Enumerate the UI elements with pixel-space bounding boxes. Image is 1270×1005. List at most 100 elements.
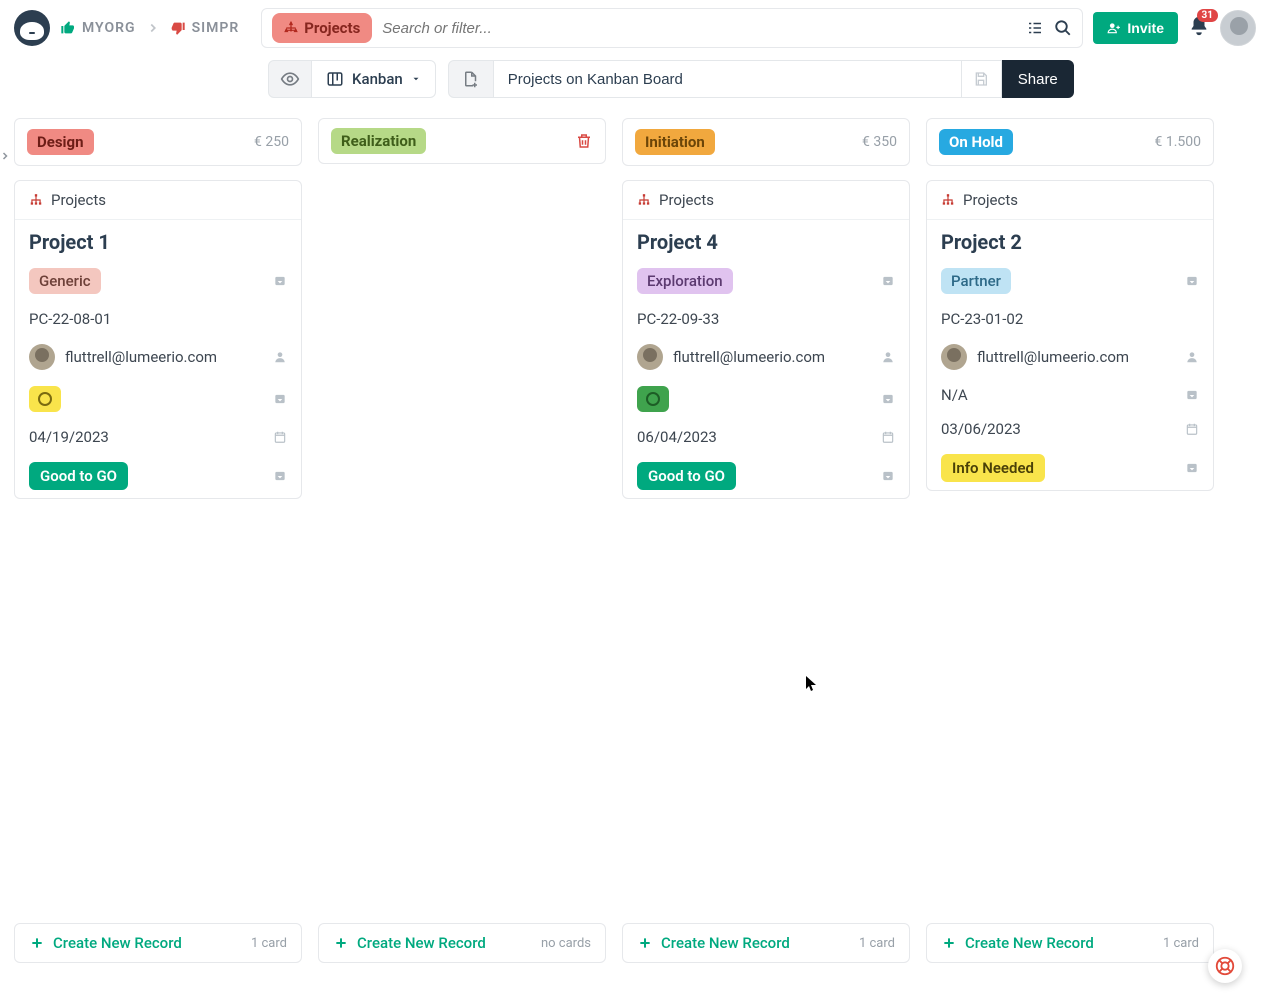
card-date: 06/04/2023 [637, 428, 717, 446]
create-record-label: Create New Record [53, 934, 182, 952]
share-button[interactable]: Share [1002, 60, 1074, 98]
card-collection-label: Projects [659, 191, 714, 209]
chevron-right-icon [0, 148, 11, 164]
create-record-button[interactable]: Create New Record1 card [14, 923, 302, 963]
dropdown-icon[interactable] [1185, 274, 1199, 288]
user-icon[interactable] [881, 350, 895, 364]
board-unsaved-indicator[interactable] [448, 60, 494, 98]
create-record-label: Create New Record [661, 934, 790, 952]
card-code: PC-22-09-33 [637, 310, 719, 328]
kanban-icon [326, 70, 344, 88]
user-icon[interactable] [273, 350, 287, 364]
hierarchy-icon [284, 21, 298, 35]
breadcrumb-project-text: SIMPR [192, 20, 240, 36]
column-header[interactable]: Design € 250 [14, 118, 302, 166]
board-name-input[interactable] [494, 60, 962, 98]
column-label: Design [27, 129, 94, 155]
breadcrumb-project[interactable]: SIMPR [170, 20, 240, 36]
dropdown-icon[interactable] [881, 274, 895, 288]
card-status-chip: Info Needed [941, 454, 1045, 482]
create-record-button[interactable]: Create New Record no cards [318, 923, 606, 963]
card-status-chip: Good to GO [29, 462, 128, 490]
dropdown-icon[interactable] [1185, 388, 1199, 402]
cursor-icon [806, 676, 818, 692]
search-icon[interactable] [1054, 19, 1072, 37]
card-collection-header[interactable]: Projects [623, 181, 909, 220]
create-record-label: Create New Record [357, 934, 486, 952]
list-icon[interactable] [1026, 19, 1044, 37]
thumbs-down-icon [170, 20, 186, 36]
column-header[interactable]: Realization [318, 118, 606, 164]
plus-icon [29, 935, 45, 951]
trash-icon[interactable] [575, 132, 593, 150]
card-collection-label: Projects [51, 191, 106, 209]
card-collection-header[interactable]: Projects [927, 181, 1213, 220]
column-label: Realization [331, 128, 426, 154]
search-chip-label: Projects [304, 19, 360, 37]
create-record-label: Create New Record [965, 934, 1094, 952]
breadcrumb-org[interactable]: MYORG [60, 20, 136, 36]
eye-icon [280, 69, 300, 89]
dropdown-icon[interactable] [273, 274, 287, 288]
kanban-card[interactable]: Projects Project 4 Exploration PC-22-09-… [622, 180, 910, 499]
card-count: 1 card [859, 936, 895, 951]
save-view-button[interactable] [962, 60, 1002, 98]
card-code: PC-23-01-02 [941, 310, 1023, 328]
status-chip [637, 386, 669, 412]
assignee-email: fluttrell@lumeerio.com [673, 348, 825, 366]
plus-icon [637, 935, 653, 951]
assignee-avatar [29, 344, 55, 370]
calendar-icon[interactable] [1185, 422, 1199, 436]
hierarchy-icon [637, 193, 651, 207]
invite-button[interactable]: Invite [1093, 12, 1178, 44]
card-collection-header[interactable]: Projects [15, 181, 301, 220]
column-header[interactable]: Initiation € 350 [622, 118, 910, 166]
card-status-chip: Good to GO [637, 462, 736, 490]
column-label: On Hold [939, 129, 1013, 155]
invite-label: Invite [1127, 20, 1164, 36]
notifications-button[interactable]: 31 [1188, 15, 1210, 41]
assignee-email: fluttrell@lumeerio.com [977, 348, 1129, 366]
card-tag: Generic [29, 268, 101, 294]
dropdown-icon[interactable] [273, 392, 287, 406]
card-title: Project 2 [941, 230, 1022, 254]
app-logo[interactable] [14, 10, 50, 46]
dropdown-icon[interactable] [881, 392, 895, 406]
card-code: PC-22-08-01 [29, 310, 111, 328]
search-input[interactable] [382, 20, 1016, 37]
dropdown-icon[interactable] [1185, 461, 1199, 475]
card-title: Project 4 [637, 230, 718, 254]
plus-icon [941, 935, 957, 951]
card-count: no cards [541, 936, 591, 951]
column-label: Initiation [635, 129, 715, 155]
expand-sidebar-handle[interactable] [0, 146, 12, 166]
calendar-icon[interactable] [273, 430, 287, 444]
chevron-right-icon [146, 21, 160, 35]
visibility-button[interactable] [268, 60, 312, 98]
column-amount: € 1.500 [1154, 134, 1201, 150]
dropdown-icon[interactable] [273, 469, 287, 483]
calendar-icon[interactable] [881, 430, 895, 444]
file-plus-icon [462, 70, 480, 88]
assignee-avatar [941, 344, 967, 370]
card-tag: Partner [941, 268, 1011, 294]
help-button[interactable] [1208, 949, 1242, 983]
kanban-card[interactable]: Projects Project 1 Generic PC-22-08-01 f… [14, 180, 302, 499]
column-amount: € 250 [254, 134, 289, 150]
hierarchy-icon [941, 193, 955, 207]
status-chip [29, 386, 61, 412]
hierarchy-icon [29, 193, 43, 207]
card-date: 03/06/2023 [941, 420, 1021, 438]
column-header[interactable]: On Hold € 1.500 [926, 118, 1214, 166]
thumbs-up-icon [60, 20, 76, 36]
create-record-button[interactable]: Create New Record1 card [926, 923, 1214, 963]
user-icon[interactable] [1185, 350, 1199, 364]
user-avatar[interactable] [1220, 10, 1256, 46]
dropdown-icon[interactable] [881, 469, 895, 483]
kanban-card[interactable]: Projects Project 2 Partner PC-23-01-02 f… [926, 180, 1214, 491]
create-record-button[interactable]: Create New Record 1 card [622, 923, 910, 963]
card-title: Project 1 [29, 230, 110, 254]
view-type-selector[interactable]: Kanban [312, 60, 436, 98]
notification-badge: 31 [1197, 9, 1218, 22]
search-chip-projects[interactable]: Projects [272, 13, 372, 43]
